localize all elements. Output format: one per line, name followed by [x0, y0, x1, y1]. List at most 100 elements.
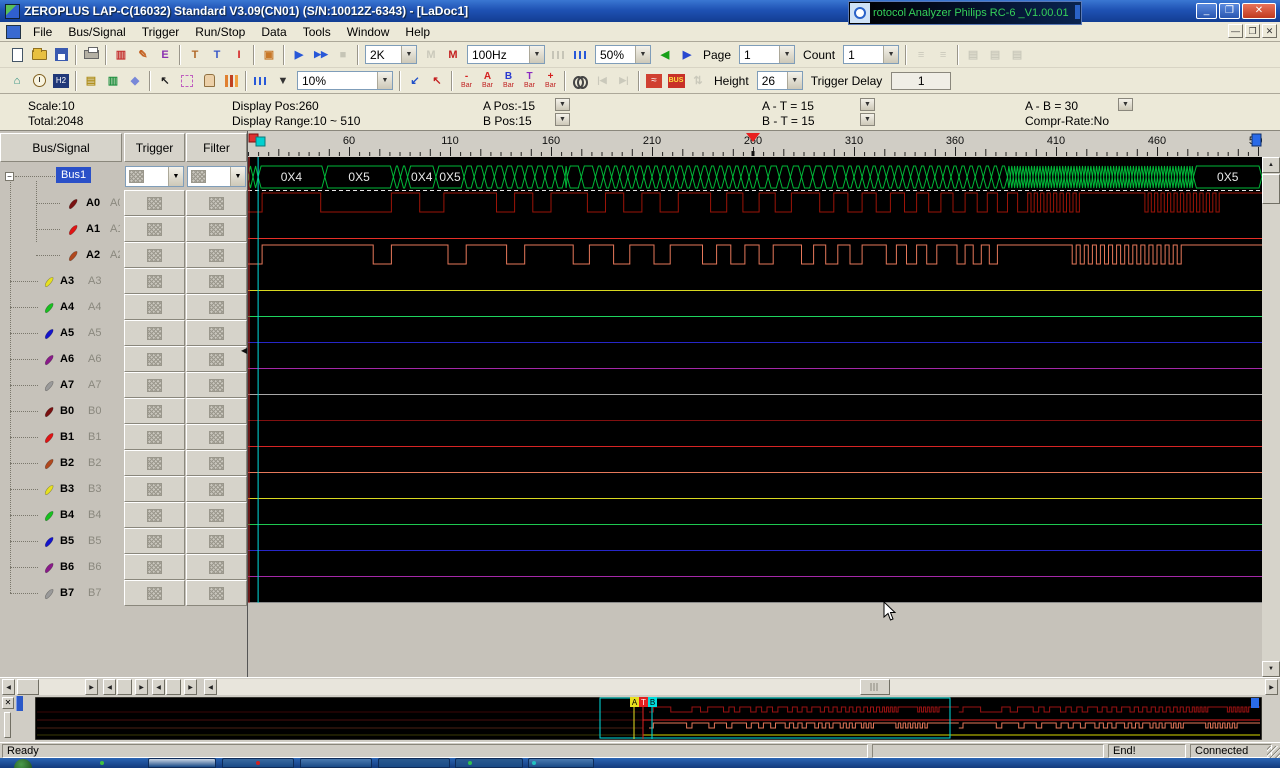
signal-name-b2[interactable]: B2	[60, 457, 74, 469]
trigger-cell-b2[interactable]	[124, 450, 185, 476]
bus-property-button[interactable]: ✎	[132, 44, 154, 66]
filter-cell-a2[interactable]	[186, 242, 247, 268]
signal-name-b7[interactable]: B7	[60, 587, 74, 599]
trigger-delay-input[interactable]: 1	[891, 71, 952, 90]
a-b-dropdown[interactable]: ▼	[1118, 98, 1133, 111]
display-zoom-combo[interactable]: 50% ▼	[595, 45, 651, 64]
filter-cell-a5[interactable]	[186, 320, 247, 346]
a-pos-dropdown[interactable]: ▼	[555, 98, 570, 111]
scroll-down-button[interactable]: ▼	[1262, 661, 1280, 677]
overview-divider[interactable]	[4, 712, 11, 738]
frequency-counter-button[interactable]: H2	[50, 70, 72, 92]
run-repeat-button[interactable]: ▶▶	[310, 44, 332, 66]
filter-cell-b5[interactable]	[186, 528, 247, 554]
height-dropdown-icon[interactable]: ▼	[786, 72, 802, 89]
filter-cell-b1[interactable]	[186, 424, 247, 450]
page-combo[interactable]: 1 ▼	[739, 45, 796, 64]
trigger-cell-a4[interactable]	[124, 294, 185, 320]
count-dropdown-icon[interactable]: ▼	[883, 46, 899, 63]
signal-name-a4[interactable]: A4	[60, 301, 74, 313]
trigger-cell-a5[interactable]	[124, 320, 185, 346]
trigger-cell-b6[interactable]	[124, 554, 185, 580]
filter-cell-a6[interactable]	[186, 346, 247, 372]
signal-row-bus1[interactable]: Bus1	[56, 167, 92, 183]
restore-button[interactable]: ❐	[1219, 3, 1240, 19]
goto-prev-trigger-button[interactable]: ◀	[654, 44, 676, 66]
overview-waveform[interactable]: ATB	[35, 697, 1262, 740]
signal-name-a1[interactable]: A1	[86, 223, 100, 235]
page-dropdown-icon[interactable]: ▼	[779, 46, 795, 63]
trigger-combo-bus1[interactable]: ▼	[125, 166, 184, 187]
open-file-button[interactable]	[28, 44, 50, 66]
mdi-close-button[interactable]: ✕	[1262, 24, 1277, 38]
filter-cell-a4[interactable]	[186, 294, 247, 320]
select-tool-button[interactable]	[176, 70, 198, 92]
compress-next-button[interactable]: M	[442, 44, 464, 66]
plus-bar-button[interactable]: + Bar	[540, 70, 561, 92]
t-bar-button[interactable]: T Bar	[519, 70, 540, 92]
filter-cell-b3[interactable]	[186, 476, 247, 502]
clock-setup-button[interactable]	[28, 70, 50, 92]
start-orb[interactable]	[14, 759, 32, 768]
filter-cell-b7[interactable]	[186, 580, 247, 606]
sample-frequency-combo[interactable]: 100Hz ▼	[467, 45, 545, 64]
home-button[interactable]: ⌂	[6, 70, 28, 92]
trigger-cell-b3[interactable]	[124, 476, 185, 502]
trigger-mark-2-button[interactable]: T	[206, 44, 228, 66]
signal-name-a2[interactable]: A2	[86, 249, 100, 261]
signal-name-b4[interactable]: B4	[60, 509, 74, 521]
trigger-scrollbar-left-button[interactable]: ◀	[103, 679, 116, 695]
a-t-dropdown[interactable]: ▼	[860, 98, 875, 111]
signal-name-a6[interactable]: A6	[60, 353, 74, 365]
trigger-cell-b1[interactable]	[124, 424, 185, 450]
navigator-cube-button[interactable]: ◆	[124, 70, 146, 92]
column-header-filter[interactable]: Filter	[186, 133, 247, 162]
menu-tools[interactable]: Tools	[295, 23, 339, 41]
trigger-cell-a1[interactable]	[124, 216, 185, 242]
waveform-scrollbar-thumb[interactable]	[860, 679, 890, 695]
taskbar-button-5[interactable]	[455, 758, 523, 768]
height-combo[interactable]: 26 ▼	[756, 71, 803, 90]
taskbar-button-6[interactable]	[528, 758, 594, 768]
waveform-scrollbar-left-button[interactable]: ◀	[204, 679, 217, 695]
menu-bus-signal[interactable]: Bus/Signal	[60, 23, 133, 41]
hand-tool-button[interactable]	[198, 70, 220, 92]
trigger-scrollbar-right-button[interactable]: ▶	[135, 679, 148, 695]
bus-expand-button[interactable]: BUS	[665, 70, 687, 92]
trigger-cell-a7[interactable]	[124, 372, 185, 398]
windows-taskbar[interactable]	[0, 758, 1280, 768]
run-button[interactable]: ▶	[288, 44, 310, 66]
menu-help[interactable]: Help	[397, 23, 438, 41]
timeline-ruler[interactable]: 60110160210260310360410460510	[248, 133, 1267, 157]
bus-signal-scrollbar-thumb[interactable]	[17, 679, 39, 695]
waveform-display[interactable]: 0X4 0X5 0X4 0X5 0X5	[247, 157, 1263, 603]
zoom-cursor-red-button[interactable]: ↖	[426, 70, 448, 92]
protocol-analyzer-close-nub[interactable]	[1075, 5, 1080, 19]
b-t-dropdown[interactable]: ▼	[860, 113, 875, 126]
scroll-up-button[interactable]: ▲	[1262, 157, 1280, 173]
menu-run-stop[interactable]: Run/Stop	[187, 23, 253, 41]
noise-filter-button[interactable]: ≈	[643, 70, 665, 92]
find-button[interactable]	[569, 70, 591, 92]
filter-cell-a1[interactable]	[186, 216, 247, 242]
vertical-scrollbar[interactable]: ▲ ▼	[1262, 157, 1280, 677]
bus1-waveform[interactable]	[247, 165, 1263, 189]
print-button[interactable]	[80, 44, 102, 66]
menu-file[interactable]: File	[25, 23, 60, 41]
column-header-trigger[interactable]: Trigger	[124, 133, 185, 162]
menu-window[interactable]: Window	[339, 23, 398, 41]
menu-data[interactable]: Data	[253, 23, 294, 41]
trigger-cell-b5[interactable]	[124, 528, 185, 554]
filter-cell-a0[interactable]	[186, 190, 247, 216]
trigger-cell-b7[interactable]	[124, 580, 185, 606]
menu-trigger[interactable]: Trigger	[134, 23, 188, 41]
filter-scrollbar-left-button[interactable]: ◀	[152, 679, 165, 695]
trigger-cell-a0[interactable]	[124, 190, 185, 216]
filter-cell-a3[interactable]	[186, 268, 247, 294]
sample-frequency-dropdown-icon[interactable]: ▼	[529, 46, 544, 63]
mdi-restore-button[interactable]: ❐	[1245, 24, 1260, 38]
b-bar-button[interactable]: B Bar	[498, 70, 519, 92]
bus-signal-scrollbar-right-button[interactable]: ▶	[85, 679, 98, 695]
taskbar-button-4[interactable]	[378, 758, 450, 768]
tree-expand-toggle[interactable]: −	[5, 172, 14, 181]
